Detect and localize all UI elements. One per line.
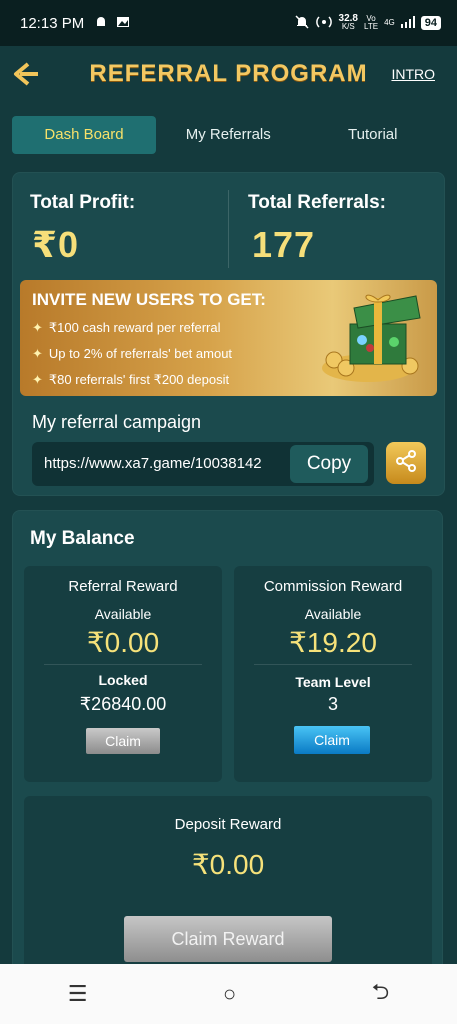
banner-title: INVITE NEW USERS TO GET: — [32, 290, 266, 309]
banner-item-text: ₹100 cash reward per referral — [48, 320, 221, 335]
total-referrals-label: Total Referrals: — [248, 192, 386, 213]
commission-available-value: ₹19.20 — [289, 627, 377, 658]
referral-reward-title: Referral Reward — [68, 578, 178, 595]
banner-item: ✦ ₹100 cash reward per referral — [32, 320, 220, 336]
total-referrals-value: 177 — [252, 224, 316, 265]
divider — [44, 664, 202, 665]
page-title: REFERRAL PROGRAM — [89, 60, 368, 87]
summary-card: Total Profit: ₹0 Total Referrals: 177 IN… — [12, 172, 445, 496]
referral-reward-panel: Referral Reward Available ₹0.00 Locked ₹… — [24, 566, 222, 782]
share-icon — [394, 449, 418, 478]
sparkle-icon: ✦ — [32, 346, 43, 361]
image-icon — [116, 15, 130, 32]
total-profit-label: Total Profit: — [30, 192, 136, 213]
status-time: 12:13 PM — [20, 14, 85, 32]
back-icon[interactable]: ⮌ — [372, 975, 390, 1013]
android-icon — [94, 15, 108, 32]
referral-claim-button[interactable]: Claim — [86, 728, 160, 754]
home-icon[interactable]: ○ — [223, 981, 236, 1007]
balance-title: My Balance — [30, 528, 135, 549]
balance-card: My Balance Referral Reward Available ₹0.… — [12, 510, 443, 980]
tab-tutorial[interactable]: Tutorial — [301, 116, 446, 154]
referral-campaign-label: My referral campaign — [32, 412, 202, 432]
referral-url-text: https://www.xa7.game/10038142 — [44, 455, 262, 472]
referral-url-field[interactable]: https://www.xa7.game/10038142 Copy — [32, 442, 374, 486]
copy-button[interactable]: Copy — [290, 445, 368, 483]
deposit-reward-title: Deposit Reward — [174, 816, 282, 833]
intro-link[interactable]: INTRO — [391, 66, 435, 82]
claim-reward-button[interactable]: Claim Reward — [124, 916, 332, 962]
commission-claim-button[interactable]: Claim — [294, 726, 370, 754]
banner-item-text: ₹80 referrals' first ₹200 deposit — [48, 372, 230, 387]
invite-banner[interactable]: INVITE NEW USERS TO GET: ✦ ₹100 cash rewa… — [20, 280, 437, 396]
tab-bar: Dash Board My Referrals Tutorial — [12, 116, 445, 154]
team-level-label: Team Level — [295, 674, 371, 690]
signal-icon — [400, 15, 415, 31]
commission-reward-panel: Commission Reward Available ₹19.20 Team … — [234, 566, 432, 782]
referral-available-label: Available — [94, 606, 152, 622]
divider — [254, 664, 412, 665]
volte-indicator: Vo LTE — [364, 15, 378, 31]
referral-available-value: ₹0.00 — [86, 627, 160, 658]
net-speed: 32.8 K/S — [339, 14, 358, 31]
total-profit-value: ₹0 — [32, 224, 80, 265]
sparkle-icon: ✦ — [32, 372, 43, 387]
commission-reward-title: Commission Reward — [263, 578, 403, 595]
deposit-reward-value: ₹0.00 — [191, 849, 265, 880]
tab-dashboard[interactable]: Dash Board — [12, 116, 156, 154]
referral-locked-label: Locked — [98, 672, 148, 688]
volte-bottom: LTE — [364, 22, 379, 31]
banner-item-text: Up to 2% of referrals' bet amout — [48, 346, 233, 361]
team-level-value: 3 — [327, 694, 338, 714]
banner-item: ✦ Up to 2% of referrals' bet amout — [32, 346, 232, 362]
sparkle-icon: ✦ — [32, 320, 43, 335]
share-button[interactable] — [386, 442, 426, 484]
app-header: REFERRAL PROGRAM INTRO — [0, 46, 457, 102]
treasure-chest-icon — [320, 288, 430, 384]
mute-icon — [295, 14, 309, 32]
net-speed-unit: K/S — [341, 22, 355, 31]
network-type: 4G — [384, 18, 395, 27]
menu-icon[interactable]: ☰ — [68, 981, 88, 1007]
battery-indicator: 94 — [420, 16, 441, 30]
system-nav-bar: ☰ ○ ⮌ — [0, 964, 457, 1024]
tab-my-referrals[interactable]: My Referrals — [156, 116, 301, 154]
commission-available-label: Available — [304, 606, 362, 622]
hotspot-icon — [315, 15, 333, 32]
banner-item: ✦ ₹80 referrals' first ₹200 deposit — [32, 372, 229, 388]
status-bar: 12:13 PM 32.8 K/S Vo LTE 4G 94 — [0, 0, 457, 46]
referral-locked-value: ₹26840.00 — [79, 694, 167, 714]
stat-divider — [228, 190, 229, 268]
